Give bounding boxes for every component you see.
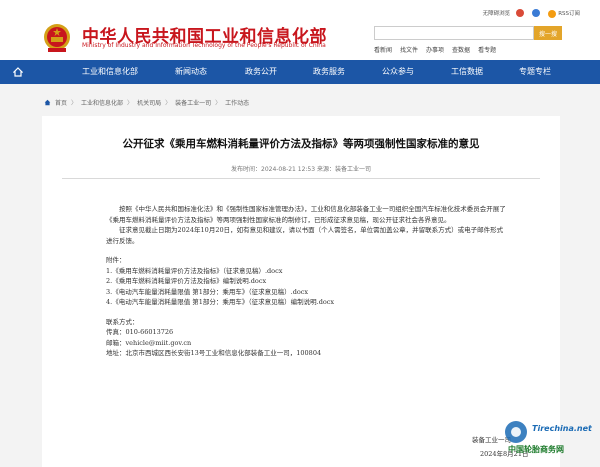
rss-link[interactable]: RSS订阅 <box>548 9 580 18</box>
hot-link-data[interactable]: 查数据 <box>452 45 470 54</box>
watermark-logo: Tirechina.net <box>532 424 592 433</box>
top-links: 无障碍浏览 RSS订阅 <box>483 9 580 18</box>
attachments-label: 附件： <box>106 256 126 264</box>
site-title-en: Ministry of Industry and Information Tec… <box>82 42 326 49</box>
contact-email: 邮箱：vehicle@miit.gov.cn <box>106 338 192 347</box>
contact-fax: 传真：010-66013726 <box>106 328 174 336</box>
article-title: 公开征求《乘用车燃料消耗量评价方法及指标》等两项强制性国家标准的意见 <box>122 138 480 150</box>
search-input[interactable] <box>374 26 534 40</box>
attachment-link-4[interactable]: 4.《电动汽车能量消耗量限值 第1部分：乘用车》（征求意见稿）编制说明.docx <box>106 297 506 308</box>
weibo-icon[interactable] <box>516 9 526 18</box>
article-meta: 发布时间：2024-08-21 12:53 来源：装备工业一司 <box>231 166 371 173</box>
nav-item-services[interactable]: 政务服务 <box>313 66 345 77</box>
nav-home-icon[interactable] <box>0 67 36 77</box>
contact-label: 联系方式： <box>106 317 139 326</box>
nav-item-gov-affairs[interactable]: 政务公开 <box>245 66 277 77</box>
site-header: 中华人民共和国工业和信息化部 Ministry of Industry and … <box>0 0 600 60</box>
nav-item-news[interactable]: 新闻动态 <box>175 66 207 77</box>
breadcrumb-home[interactable]: 首页 <box>55 98 67 107</box>
breadcrumb: 首页〉 工业和信息化部〉 机关司局〉 装备工业一司〉 工作动态 <box>44 98 249 107</box>
nav-item-miit[interactable]: 工业和信息化部 <box>82 66 138 77</box>
attachment-link-2[interactable]: 2.《乘用车燃料消耗量评价方法及指标》编制说明.docx <box>106 276 506 287</box>
home-icon <box>44 99 51 106</box>
breadcrumb-work-news[interactable]: 工作动态 <box>225 98 249 107</box>
nav-item-data[interactable]: 工信数据 <box>451 66 483 77</box>
hot-links: 看新闻 找文件 办事项 查数据 看专题 <box>374 45 496 54</box>
hot-link-topics[interactable]: 看专题 <box>478 45 496 54</box>
breadcrumb-bureaus[interactable]: 机关司局 <box>137 98 161 107</box>
contact-address: 地址：北京市西城区西长安街13号工业和信息化部装备工业一司，100804 <box>106 349 322 357</box>
hot-link-services[interactable]: 办事项 <box>426 45 444 54</box>
nav-item-topics[interactable]: 专题专栏 <box>519 66 551 77</box>
watermark-text: 中国轮胎商务网 <box>508 445 564 454</box>
divider <box>62 178 540 179</box>
nav-item-participation[interactable]: 公众参与 <box>382 66 414 77</box>
paragraph-deadline: 征求意见截止日期为2024年10月20日，如有意见和建议，请以书面（个人需签名，… <box>106 226 504 245</box>
hot-link-news[interactable]: 看新闻 <box>374 45 392 54</box>
article-body: 按照《中华人民共和国标准化法》和《强制性国家标准管理办法》，工业和信息化部装备工… <box>106 204 506 359</box>
breadcrumb-department[interactable]: 装备工业一司 <box>175 98 211 107</box>
article-container: 公开征求《乘用车燃料消耗量评价方法及指标》等两项强制性国家标准的意见 发布时间：… <box>42 116 560 467</box>
attachment-link-3[interactable]: 3.《电动汽车能量消耗量限值 第1部分：乘用车》（征求意见稿）.docx <box>106 287 506 298</box>
national-emblem-icon[interactable] <box>42 22 72 54</box>
attachment-link-1[interactable]: 1.《乘用车燃料消耗量评价方法及指标》（征求意见稿）.docx <box>106 266 506 277</box>
breadcrumb-miit[interactable]: 工业和信息化部 <box>81 98 123 107</box>
main-nav: 工业和信息化部 新闻动态 政务公开 政务服务 公众参与 工信数据 专题专栏 <box>0 60 600 84</box>
search-button[interactable]: 搜一搜 <box>534 26 562 40</box>
accessibility-link[interactable]: 无障碍浏览 <box>483 9 511 17</box>
paragraph-intro: 按照《中华人民共和国标准化法》和《强制性国家标准管理办法》，工业和信息化部装备工… <box>106 205 506 224</box>
wechat-icon[interactable] <box>532 9 542 18</box>
hot-link-files[interactable]: 找文件 <box>400 45 418 54</box>
rss-icon <box>548 9 557 18</box>
